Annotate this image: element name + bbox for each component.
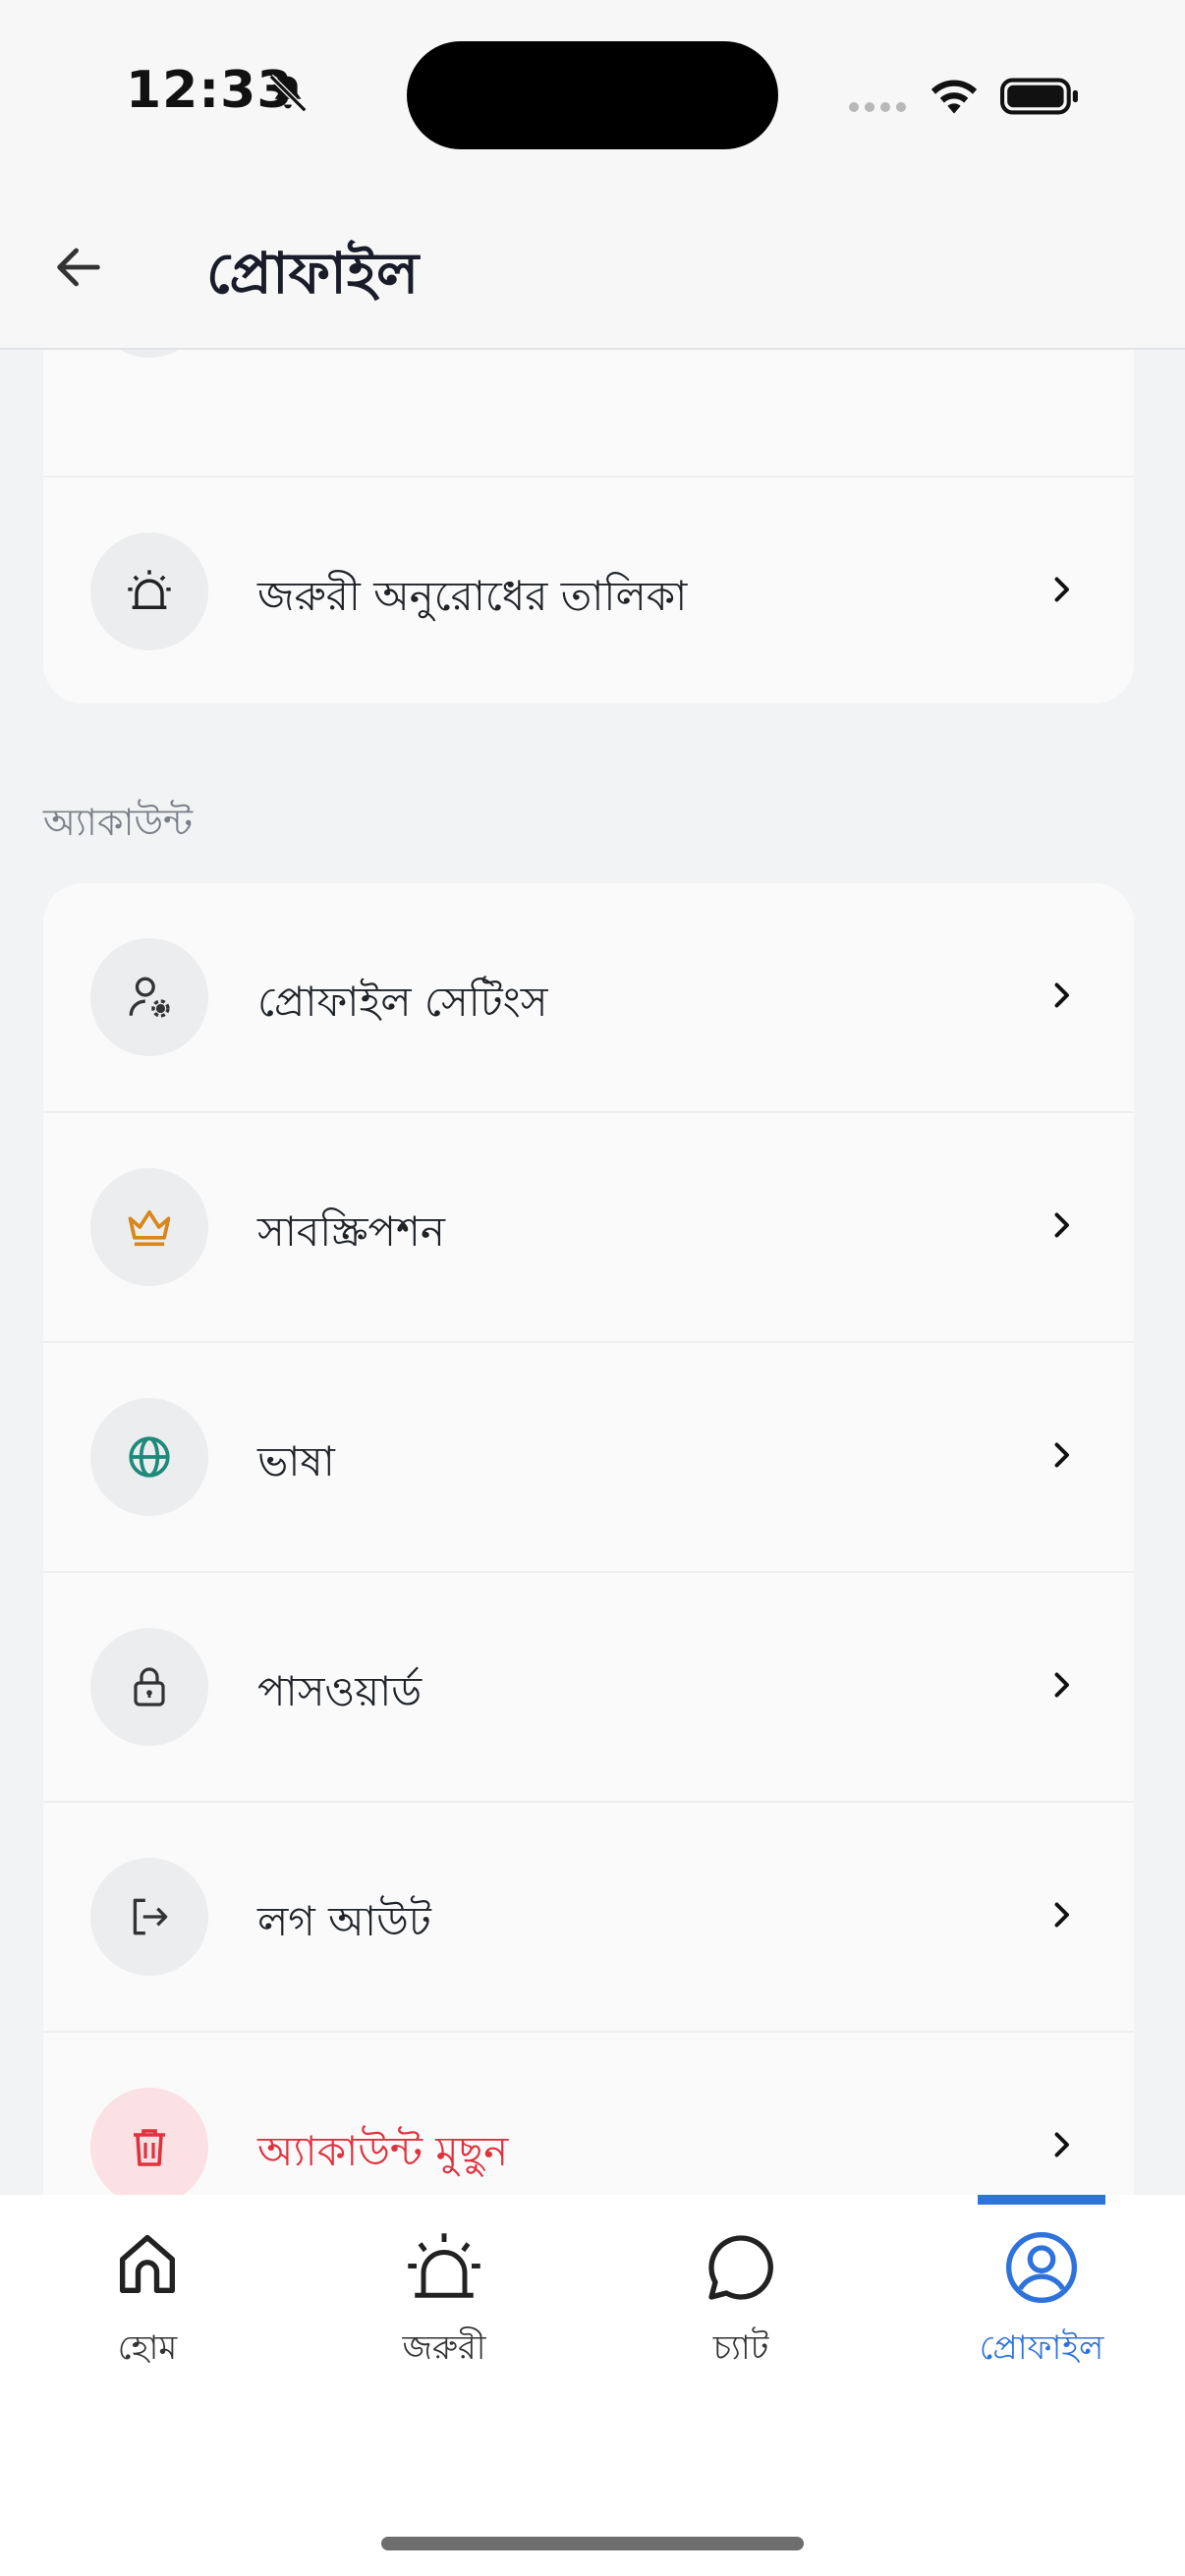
status-bar: 12:33 bbox=[0, 0, 1185, 196]
icon-container bbox=[90, 1858, 208, 1976]
active-tab-indicator bbox=[978, 2195, 1105, 2205]
profile-content[interactable]: জরুরী অনুরোধের তালিকা অ্যাকাউন্ট প্রোফাই… bbox=[0, 348, 1185, 2195]
tab-label: হোম bbox=[117, 2328, 178, 2368]
lock-icon bbox=[134, 1667, 165, 1707]
tab-emergency[interactable]: জরুরী bbox=[356, 2195, 533, 2391]
chevron-right-icon bbox=[1054, 1212, 1069, 1238]
app-header: প্রোফাইল bbox=[0, 196, 1185, 350]
chevron-right-icon bbox=[1054, 1672, 1069, 1698]
bell-off-icon bbox=[268, 74, 308, 113]
crown-icon bbox=[128, 1209, 171, 1247]
alarm-icon bbox=[128, 570, 171, 609]
list-item-partial[interactable] bbox=[43, 348, 1134, 477]
chevron-right-icon bbox=[1054, 1442, 1069, 1468]
list-item-label: লগ আউট bbox=[257, 1897, 431, 1945]
list-item-delete-account[interactable]: অ্যাকাউন্ট মুছুন bbox=[43, 2033, 1134, 2195]
tab-home[interactable]: হোম bbox=[59, 2195, 236, 2391]
list-item-label: পাসওয়ার্ড bbox=[257, 1667, 423, 1715]
tab-label: জরুরী bbox=[402, 2328, 486, 2368]
icon-container bbox=[90, 938, 208, 1056]
menu-card-account: প্রোফাইল সেটিংস সাবস্ক্রিপশন ভাষা পাসওয়… bbox=[43, 883, 1134, 2195]
list-item-profile-settings[interactable]: প্রোফাইল সেটিংস bbox=[43, 883, 1134, 1113]
menu-card-top: জরুরী অনুরোধের তালিকা bbox=[43, 348, 1134, 703]
logout-icon bbox=[133, 1898, 168, 1935]
globe-icon bbox=[129, 1436, 170, 1478]
chevron-right-icon bbox=[1054, 982, 1069, 1008]
bottom-navigation: হোম জরুরী চ্যাট প্রোফাইল bbox=[0, 2195, 1185, 2576]
tab-label: চ্যাট bbox=[712, 2328, 769, 2368]
arrow-left-icon bbox=[57, 248, 100, 287]
list-item-label: জরুরী অনুরোধের তালিকা bbox=[257, 572, 688, 620]
list-item-label: ভাষা bbox=[257, 1437, 335, 1485]
cellular-signal-icon bbox=[849, 102, 906, 112]
chevron-right-icon bbox=[1054, 2132, 1069, 2157]
battery-icon bbox=[1000, 78, 1078, 115]
user-gear-icon bbox=[129, 977, 170, 1018]
tab-label: প্রোফাইল bbox=[979, 2328, 1104, 2368]
icon-container bbox=[90, 532, 208, 650]
home-icon bbox=[119, 2234, 176, 2294]
list-item-password[interactable]: পাসওয়ার্ড bbox=[43, 1573, 1134, 1803]
trash-icon bbox=[134, 2129, 165, 2166]
icon-container bbox=[90, 1398, 208, 1516]
tab-profile[interactable]: প্রোফাইল bbox=[953, 2195, 1130, 2391]
list-item-logout[interactable]: লগ আউট bbox=[43, 1803, 1134, 2033]
list-item-label: অ্যাকাউন্ট মুছুন bbox=[257, 2127, 509, 2175]
tab-chat[interactable]: চ্যাট bbox=[652, 2195, 829, 2391]
page-title: প্রোফাইল bbox=[206, 240, 420, 307]
list-item-label: সাবস্ক্রিপশন bbox=[257, 1207, 445, 1256]
list-item-subscription[interactable]: সাবস্ক্রিপশন bbox=[43, 1113, 1134, 1343]
chat-bubble-icon bbox=[708, 2235, 773, 2300]
icon-container bbox=[90, 2088, 208, 2195]
dynamic-island bbox=[407, 41, 778, 149]
list-item-emergency-requests[interactable]: জরুরী অনুরোধের তালিকা bbox=[43, 477, 1134, 703]
home-indicator[interactable] bbox=[381, 2537, 804, 2550]
icon-container bbox=[90, 1168, 208, 1286]
chevron-right-icon bbox=[1054, 577, 1069, 602]
section-title-account: অ্যাকাউন্ট bbox=[43, 801, 194, 844]
wifi-icon bbox=[931, 80, 978, 114]
alarm-icon bbox=[408, 2233, 480, 2298]
back-button[interactable] bbox=[47, 236, 110, 299]
list-item-language[interactable]: ভাষা bbox=[43, 1343, 1134, 1573]
icon-container bbox=[90, 1628, 208, 1746]
chevron-right-icon bbox=[1054, 1902, 1069, 1928]
list-item-label: প্রোফাইল সেটিংস bbox=[257, 978, 548, 1026]
user-circle-icon bbox=[1006, 2232, 1077, 2303]
